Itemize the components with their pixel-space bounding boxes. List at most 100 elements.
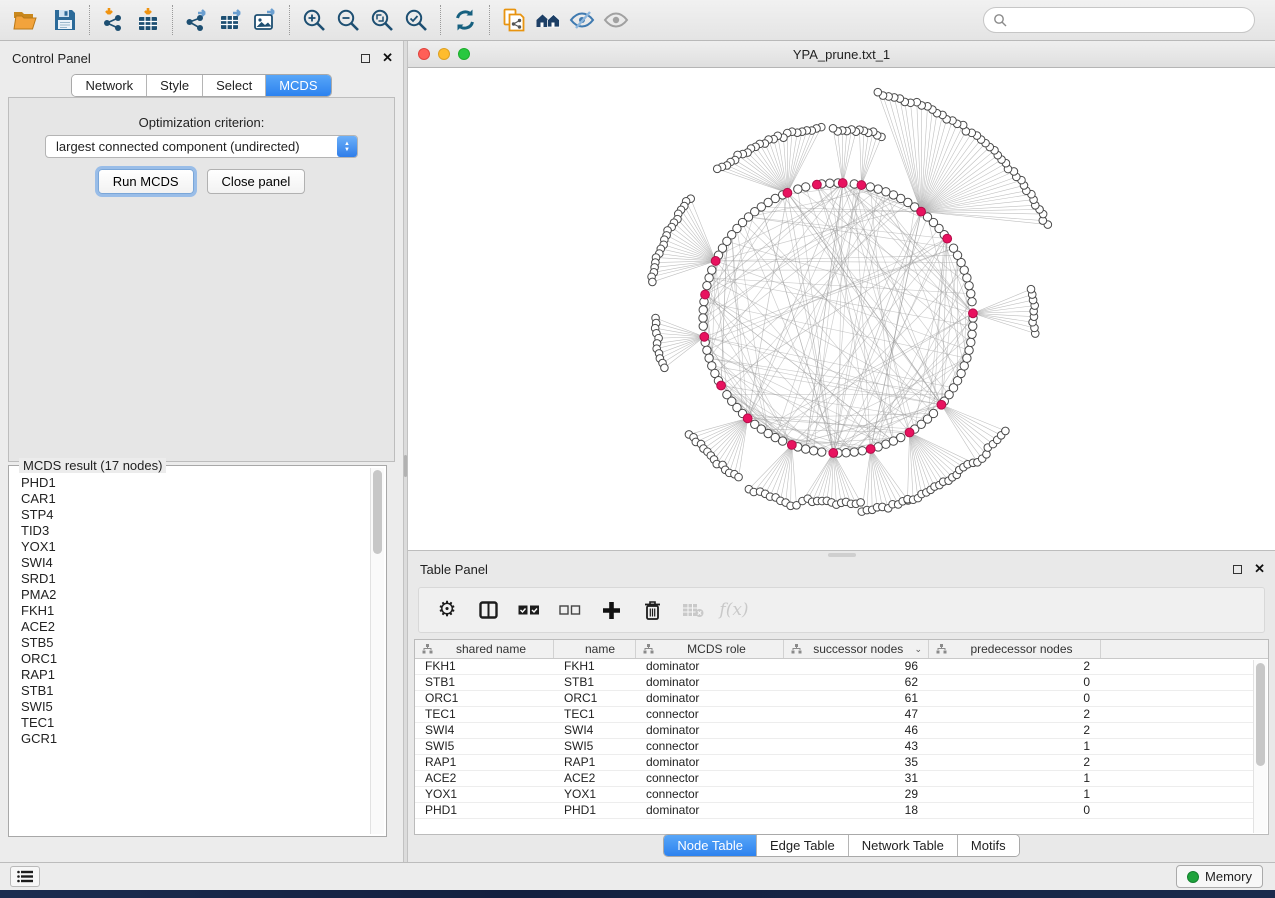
search-box[interactable] xyxy=(983,7,1255,33)
graph-node[interactable] xyxy=(699,322,707,330)
cell-successor-nodes[interactable]: 43 xyxy=(784,739,929,754)
graph-node[interactable] xyxy=(1027,285,1035,293)
add-column-button[interactable] xyxy=(599,598,623,622)
graph-node[interactable] xyxy=(960,362,968,370)
float-panel-icon[interactable] xyxy=(1233,565,1242,574)
zoom-fit-button[interactable] xyxy=(365,3,399,37)
refresh-layout-button[interactable] xyxy=(448,3,482,37)
mcds-result-item[interactable]: RAP1 xyxy=(21,667,369,683)
cell-predecessor-nodes[interactable]: 0 xyxy=(929,675,1101,690)
graph-node[interactable] xyxy=(818,448,826,456)
graph-node[interactable] xyxy=(968,298,976,306)
graph-node[interactable] xyxy=(965,281,973,289)
graph-node[interactable] xyxy=(882,188,890,196)
graph-node-mcds[interactable] xyxy=(700,332,709,341)
duplicate-network-button[interactable] xyxy=(497,3,531,37)
cell-predecessor-nodes[interactable]: 1 xyxy=(929,739,1101,754)
graph-node[interactable] xyxy=(713,165,721,173)
table-scrollbar[interactable] xyxy=(1253,660,1267,833)
cell-mcds-role[interactable]: dominator xyxy=(636,755,784,770)
cell-mcds-role[interactable]: dominator xyxy=(636,803,784,818)
mcds-result-item[interactable]: YOX1 xyxy=(21,539,369,555)
select-all-button[interactable] xyxy=(517,598,541,622)
graph-node[interactable] xyxy=(705,354,713,362)
zoom-out-button[interactable] xyxy=(331,3,365,37)
network-canvas[interactable] xyxy=(408,68,1275,550)
table-row[interactable]: PHD1PHD1dominator180 xyxy=(415,803,1253,819)
cell-mcds-role[interactable]: connector xyxy=(636,771,784,786)
cell-successor-nodes[interactable]: 29 xyxy=(784,787,929,802)
column-header-shared-name[interactable]: shared name xyxy=(415,640,554,658)
horizontal-splitter[interactable] xyxy=(828,553,856,557)
cell-name[interactable]: PHD1 xyxy=(554,803,636,818)
mcds-result-item[interactable]: STB1 xyxy=(21,683,369,699)
table-settings-button[interactable]: ⚙ xyxy=(435,598,459,622)
deselect-all-button[interactable] xyxy=(558,598,582,622)
close-panel-icon[interactable]: ✕ xyxy=(382,50,393,66)
memory-button[interactable]: Memory xyxy=(1176,865,1263,888)
graph-node[interactable] xyxy=(857,499,865,507)
table-row[interactable]: ORC1ORC1dominator610 xyxy=(415,691,1253,707)
graph-node[interactable] xyxy=(842,449,850,457)
graph-node[interactable] xyxy=(949,244,957,252)
graph-node-mcds[interactable] xyxy=(943,234,952,243)
column-header-successor-nodes[interactable]: successor nodes⌄ xyxy=(784,640,929,658)
graph-node[interactable] xyxy=(1002,427,1010,435)
tab-network[interactable]: Network xyxy=(72,75,147,96)
graph-node-mcds[interactable] xyxy=(701,290,710,299)
graph-node[interactable] xyxy=(967,338,975,346)
graph-node[interactable] xyxy=(963,354,971,362)
mcds-result-item[interactable]: TEC1 xyxy=(21,715,369,731)
mcds-result-item[interactable]: PHD1 xyxy=(21,475,369,491)
graph-node[interactable] xyxy=(963,274,971,282)
mcds-result-item[interactable]: STP4 xyxy=(21,507,369,523)
mcds-result-item[interactable]: TID3 xyxy=(21,523,369,539)
cell-predecessor-nodes[interactable]: 0 xyxy=(929,803,1101,818)
cell-predecessor-nodes[interactable]: 0 xyxy=(929,691,1101,706)
tab-edge-table[interactable]: Edge Table xyxy=(757,835,849,856)
graph-node-mcds[interactable] xyxy=(969,309,978,318)
zoom-selected-button[interactable] xyxy=(399,3,433,37)
export-network-button[interactable] xyxy=(180,3,214,37)
task-history-button[interactable] xyxy=(10,866,40,887)
cell-shared-name[interactable]: SWI5 xyxy=(415,739,554,754)
cell-successor-nodes[interactable]: 96 xyxy=(784,659,929,674)
graph-node-mcds[interactable] xyxy=(838,179,847,188)
graph-node[interactable] xyxy=(968,330,976,338)
cell-mcds-role[interactable]: connector xyxy=(636,739,784,754)
cell-predecessor-nodes[interactable]: 2 xyxy=(929,723,1101,738)
cell-successor-nodes[interactable]: 47 xyxy=(784,707,929,722)
graph-node-mcds[interactable] xyxy=(829,449,838,458)
cell-name[interactable]: SWI4 xyxy=(554,723,636,738)
cell-name[interactable]: ORC1 xyxy=(554,691,636,706)
cell-name[interactable]: YOX1 xyxy=(554,787,636,802)
import-table-button[interactable] xyxy=(131,3,165,37)
close-panel-icon[interactable]: ✕ xyxy=(1254,561,1265,577)
column-header-mcds-role[interactable]: MCDS role xyxy=(636,640,784,658)
graph-node[interactable] xyxy=(708,266,716,274)
close-panel-button[interactable]: Close panel xyxy=(207,169,306,194)
mcds-result-item[interactable]: GCR1 xyxy=(21,731,369,747)
graph-node[interactable] xyxy=(735,473,743,481)
show-all-button[interactable] xyxy=(599,3,633,37)
cell-mcds-role[interactable]: dominator xyxy=(636,723,784,738)
column-header-name[interactable]: name xyxy=(554,640,636,658)
table-row[interactable]: FKH1FKH1dominator962 xyxy=(415,659,1253,675)
cell-name[interactable]: TEC1 xyxy=(554,707,636,722)
graph-node[interactable] xyxy=(929,409,937,417)
graph-node[interactable] xyxy=(858,447,866,455)
cell-predecessor-nodes[interactable]: 2 xyxy=(929,707,1101,722)
graph-node[interactable] xyxy=(699,306,707,314)
graph-node[interactable] xyxy=(874,185,882,193)
graph-node[interactable] xyxy=(897,433,905,441)
cell-shared-name[interactable]: STB1 xyxy=(415,675,554,690)
tab-motifs[interactable]: Motifs xyxy=(958,835,1019,856)
mcds-result-item[interactable]: SWI5 xyxy=(21,699,369,715)
graph-node[interactable] xyxy=(699,314,707,322)
cell-predecessor-nodes[interactable]: 1 xyxy=(929,787,1101,802)
graph-node-mcds[interactable] xyxy=(857,181,866,190)
graph-node[interactable] xyxy=(778,437,786,445)
zoom-in-button[interactable] xyxy=(297,3,331,37)
cell-predecessor-nodes[interactable]: 2 xyxy=(929,659,1101,674)
graph-node[interactable] xyxy=(826,179,834,187)
